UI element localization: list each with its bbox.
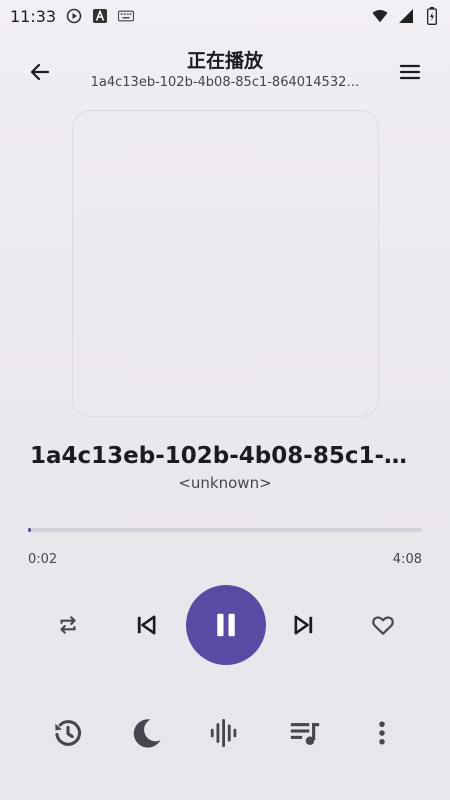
status-time: 11:33 <box>10 6 57 26</box>
queue-button[interactable] <box>285 713 325 753</box>
play-circle-icon <box>66 8 82 24</box>
arrow-back-icon <box>30 63 50 81</box>
heart-outline-icon <box>372 616 394 635</box>
history-button[interactable] <box>48 713 88 753</box>
battery-icon <box>424 7 440 25</box>
previous-button[interactable] <box>128 607 164 643</box>
pause-button[interactable] <box>186 585 266 665</box>
menu-button[interactable] <box>392 54 428 90</box>
more-options-button[interactable] <box>362 713 402 753</box>
repeat-icon <box>60 616 76 634</box>
skip-next-icon <box>294 615 313 635</box>
signal-icon <box>398 8 414 24</box>
top-app-bar: 正在播放 1a4c13eb-102b-4b08-85c1-864014532… <box>0 40 450 104</box>
equalizer-button[interactable] <box>205 713 245 753</box>
progress-slider[interactable] <box>28 528 422 532</box>
page-subtitle: 1a4c13eb-102b-4b08-85c1-864014532… <box>90 75 360 90</box>
current-time: 0:02 <box>28 552 58 567</box>
equalizer-waveform-icon <box>210 718 237 748</box>
pause-icon <box>217 613 235 637</box>
album-artwork[interactable] <box>72 110 379 417</box>
wifi-icon <box>372 8 388 24</box>
song-artist: <unknown> <box>178 474 272 492</box>
history-icon <box>55 720 82 746</box>
skip-previous-icon <box>137 615 156 635</box>
back-button[interactable] <box>22 54 58 90</box>
sleep-timer-button[interactable] <box>127 713 167 753</box>
favorite-button[interactable] <box>365 607 401 643</box>
progress-fill <box>28 528 32 532</box>
song-title: 1a4c13eb-102b-4b08-85c1-8… <box>30 443 420 469</box>
font-a-icon <box>92 8 108 24</box>
status-bar: 11:33 <box>0 0 450 32</box>
total-duration: 4:08 <box>392 552 422 567</box>
sleep-timer-moon-icon <box>133 719 161 748</box>
title-block: 正在播放 1a4c13eb-102b-4b08-85c1-864014532… <box>68 48 382 92</box>
repeat-button[interactable] <box>50 607 86 643</box>
page-title: 正在播放 <box>186 50 263 72</box>
menu-icon <box>399 64 421 80</box>
keyboard-icon <box>118 8 135 24</box>
now-playing-screen: 11:33 正在播放 1a4c13eb-102b-4b08-85c1-86401… <box>0 0 450 800</box>
more-vert-icon <box>379 721 385 745</box>
queue-music-icon <box>290 723 320 746</box>
next-button[interactable] <box>286 607 322 643</box>
